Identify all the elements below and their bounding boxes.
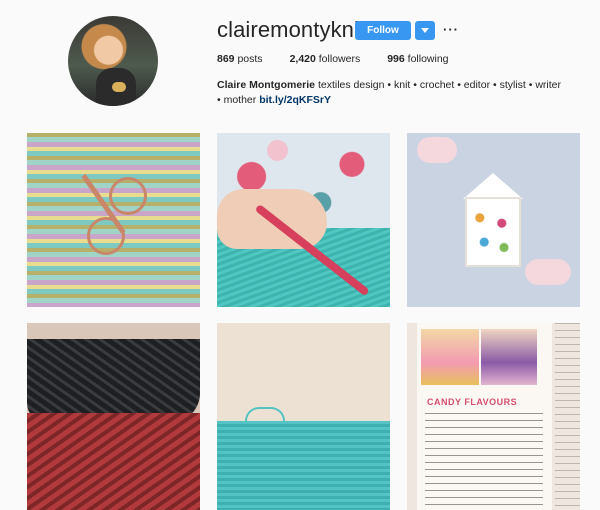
stat-value: 2,420 [289, 53, 316, 65]
magazine-heading: CANDY FLAVOURS [427, 397, 518, 407]
stat-followers[interactable]: 2,420 followers [290, 53, 361, 65]
stat-label: following [407, 53, 449, 65]
magazine-text [425, 413, 543, 507]
cloud [525, 259, 571, 285]
magazine-photo [481, 329, 537, 385]
profile-header: clairemontyknits Follow ··· 869 posts 2,… [0, 0, 600, 118]
chevron-down-icon[interactable] [415, 21, 435, 40]
stat-posts: 869 posts [217, 53, 263, 65]
post-tile[interactable] [27, 133, 200, 307]
follow-button[interactable]: Follow [355, 21, 411, 40]
username: clairemontyknits [217, 17, 377, 42]
yarn-thread [245, 407, 285, 421]
scissors-handle [109, 177, 147, 215]
crochet-fabric [217, 421, 390, 510]
cloud [417, 137, 457, 163]
profile-stats: 869 posts 2,420 followers 996 following [217, 53, 476, 65]
profile-bio: Claire Montgomerie textiles design • kni… [217, 78, 567, 108]
magazine-column [555, 323, 580, 510]
full-name: Claire Montgomerie [217, 79, 316, 91]
avatar[interactable] [68, 16, 158, 106]
posts-grid: CANDY FLAVOURS [27, 133, 581, 510]
stat-following[interactable]: 996 following [387, 53, 448, 65]
black-lace [27, 339, 200, 423]
scissors-handle [87, 217, 125, 255]
post-tile[interactable] [27, 323, 200, 510]
house-roof [463, 173, 523, 199]
avatar-yarn [112, 82, 126, 92]
post-tile[interactable] [217, 323, 390, 510]
red-knit [27, 413, 200, 510]
stat-value: 996 [387, 53, 405, 65]
toys [471, 207, 515, 261]
bio-link[interactable]: bit.ly/2qKFSrY [259, 94, 331, 106]
post-tile[interactable]: CANDY FLAVOURS [407, 323, 580, 510]
magazine-photo [421, 329, 479, 385]
stat-label: posts [237, 53, 263, 65]
stat-label: followers [318, 53, 361, 65]
post-tile[interactable] [407, 133, 580, 307]
post-tile[interactable] [217, 133, 390, 307]
stat-value: 869 [217, 53, 235, 65]
more-options-icon[interactable]: ··· [443, 22, 459, 37]
